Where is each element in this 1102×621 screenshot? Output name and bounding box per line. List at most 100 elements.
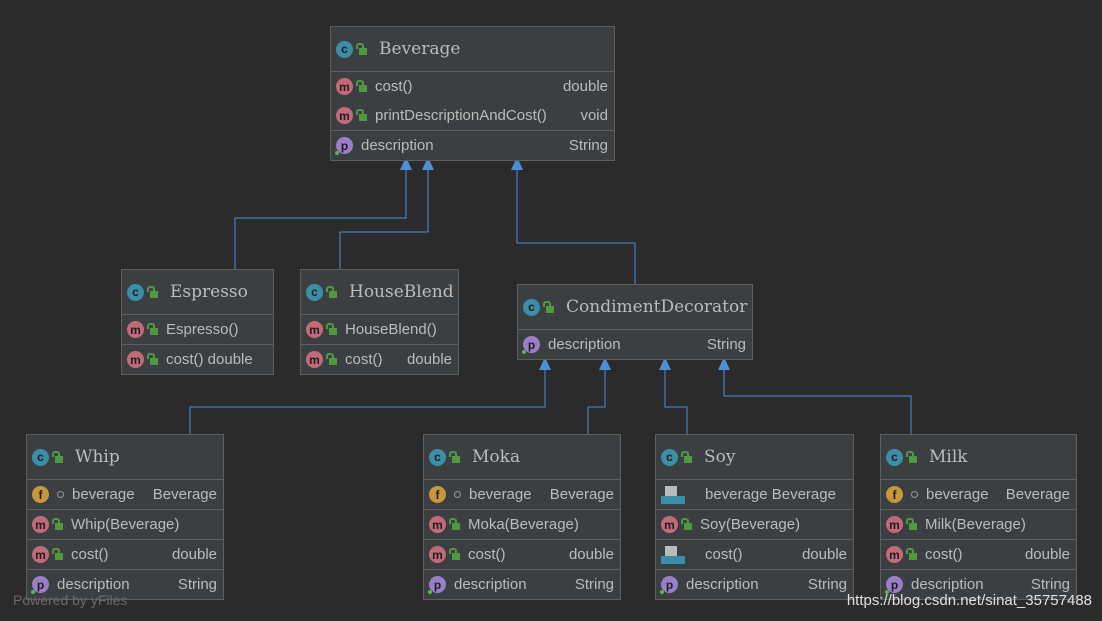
method-icon: m xyxy=(886,546,903,563)
class-icon: c xyxy=(32,448,49,466)
public-lock-icon xyxy=(356,42,367,55)
class-section: m cost() double xyxy=(424,540,620,570)
inheritance-line-espresso-beverage xyxy=(234,169,407,269)
member-type: String xyxy=(706,336,746,353)
class-member[interactable]: m printDescriptionAndCost() void xyxy=(331,101,614,130)
method-icon: m xyxy=(127,321,144,338)
class-whip[interactable]: c Whip f beverage Beverage m Whip(Beverage) m co… xyxy=(26,434,224,600)
blog-url-watermark: https://blog.csdn.net/sinat_35757488 xyxy=(846,592,1092,609)
member-name: Espresso() xyxy=(166,321,239,338)
abstract-class-icon: c xyxy=(523,298,540,316)
class-section: m cost() double xyxy=(301,345,458,374)
method-icon: m xyxy=(886,516,903,533)
class-member[interactable]: m cost() double xyxy=(301,345,458,374)
class-member[interactable]: p description String xyxy=(656,570,853,599)
class-member[interactable]: f beverage Beverage xyxy=(27,480,223,509)
member-name: description xyxy=(361,137,434,154)
member-name: cost() xyxy=(71,546,109,563)
public-lock-icon xyxy=(681,518,692,530)
member-type: double xyxy=(171,546,217,563)
class-section: m Soy(Beverage) xyxy=(656,510,853,540)
property-icon: p xyxy=(885,576,903,594)
member-name: description xyxy=(548,336,621,353)
class-member[interactable]: f beverage Beverage xyxy=(424,480,620,509)
class-member[interactable]: m Espresso() xyxy=(122,315,273,344)
class-member[interactable]: m Soy(Beverage) xyxy=(656,510,853,539)
class-member[interactable]: p description String xyxy=(331,131,614,160)
class-member[interactable]: m cost() double xyxy=(424,540,620,569)
class-member[interactable]: m cost() double xyxy=(122,345,273,374)
public-lock-icon xyxy=(356,80,367,92)
member-name: description xyxy=(454,576,527,593)
public-lock-icon xyxy=(449,450,460,463)
class-member[interactable]: m cost() double xyxy=(331,72,614,101)
member-name: beverage xyxy=(72,486,135,503)
public-lock-icon xyxy=(147,353,158,365)
class-header: c CondimentDecorator xyxy=(518,285,752,330)
class-section: f beverage Beverage xyxy=(27,480,223,510)
member-type: void xyxy=(580,107,608,124)
class-member[interactable]: f beverage Beverage xyxy=(881,480,1076,509)
field-icon: f xyxy=(32,486,49,503)
member-type: String xyxy=(807,576,847,593)
class-name: HouseBlend xyxy=(349,282,454,302)
class-member[interactable]: p description String xyxy=(518,330,752,359)
member-name: Whip(Beverage) xyxy=(71,516,180,533)
public-lock-icon xyxy=(52,450,63,463)
class-houseblend[interactable]: c HouseBlend m HouseBlend() m cost() double xyxy=(300,269,459,375)
member-name: cost() xyxy=(468,546,506,563)
class-section: m cost() double xyxy=(881,540,1076,570)
class-name: Beverage xyxy=(379,39,461,59)
member-type: double xyxy=(1024,546,1070,563)
class-condiment[interactable]: c CondimentDecorator p description String xyxy=(517,284,753,360)
public-lock-icon xyxy=(326,285,337,298)
property-icon: p xyxy=(31,576,49,594)
class-member[interactable]: m Whip(Beverage) xyxy=(27,510,223,539)
public-lock-icon xyxy=(52,518,63,530)
class-section: p description String xyxy=(424,570,620,599)
public-lock-icon xyxy=(543,300,554,313)
method-icon: m xyxy=(32,546,49,563)
class-member[interactable]: m HouseBlend() xyxy=(301,315,458,344)
class-name: Whip xyxy=(75,447,120,467)
public-lock-icon xyxy=(449,518,460,530)
property-icon: p xyxy=(522,336,540,354)
public-lock-icon xyxy=(906,548,917,560)
class-section: beverage Beverage xyxy=(656,480,853,510)
class-member[interactable]: p description String xyxy=(424,570,620,599)
class-section: m cost() double xyxy=(27,540,223,570)
class-member[interactable]: m cost() double xyxy=(27,540,223,569)
member-type: Beverage xyxy=(549,486,614,503)
class-member[interactable]: m Milk(Beverage) xyxy=(881,510,1076,539)
member-name: HouseBlend() xyxy=(345,321,437,338)
class-name: Milk xyxy=(929,447,968,467)
class-name: CondimentDecorator xyxy=(566,297,748,317)
class-section: m Milk(Beverage) xyxy=(881,510,1076,540)
member-type: Beverage xyxy=(1005,486,1070,503)
java-source-icon xyxy=(661,545,685,564)
property-icon: p xyxy=(660,576,678,594)
class-member[interactable]: m Moka(Beverage) xyxy=(424,510,620,539)
member-type: String xyxy=(568,137,608,154)
class-member[interactable]: m cost() double xyxy=(881,540,1076,569)
method-icon: m xyxy=(32,516,49,533)
package-private-icon xyxy=(57,491,64,498)
member-name: beverage xyxy=(926,486,989,503)
class-espresso[interactable]: c Espresso m Espresso() m cost() double xyxy=(121,269,274,375)
method-icon: m xyxy=(336,107,353,124)
public-lock-icon xyxy=(147,323,158,335)
class-beverage[interactable]: c Beverage m cost() double m printDescriptionA… xyxy=(330,26,615,161)
class-header: c Beverage xyxy=(331,27,614,72)
class-soy[interactable]: c Soy beverage Beverage m Soy(Beverage) cost(… xyxy=(655,434,854,600)
class-section: f beverage Beverage xyxy=(424,480,620,510)
class-section: m Whip(Beverage) xyxy=(27,510,223,540)
member-name: cost() xyxy=(375,78,413,95)
abstract-class-icon: c xyxy=(336,40,353,58)
class-member[interactable]: beverage Beverage xyxy=(656,480,853,509)
class-member[interactable]: cost() double xyxy=(656,540,853,569)
class-section: p description String xyxy=(656,570,853,599)
class-milk[interactable]: c Milk f beverage Beverage m Milk(Beverage) m co… xyxy=(880,434,1077,600)
method-icon: m xyxy=(661,516,678,533)
class-section: p description String xyxy=(518,330,752,359)
class-moka[interactable]: c Moka f beverage Beverage m Moka(Beverage) m co… xyxy=(423,434,621,600)
